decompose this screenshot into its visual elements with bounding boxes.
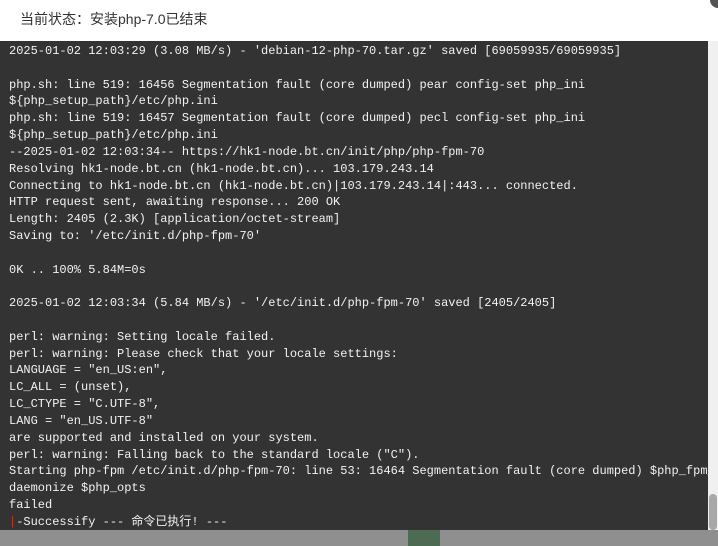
background-page-strip	[0, 530, 718, 546]
terminal-line: php.sh: line 519: 16456 Segmentation fau…	[9, 77, 586, 92]
terminal-line-final: |-Successify --- 命令已执行! ---	[9, 514, 708, 530]
terminal-line: ${php_setup_path}/etc/php.ini	[9, 94, 218, 109]
terminal-line: LANG = "en_US.UTF-8"	[9, 413, 154, 428]
terminal-line: perl: warning: Falling back to the stand…	[9, 447, 420, 462]
terminal-line: Length: 2405 (2.3K) [application/octet-s…	[9, 212, 341, 227]
scrollbar-thumb[interactable]	[709, 494, 717, 530]
terminal-line: HTTP request sent, awaiting response... …	[9, 195, 341, 210]
scrollbar[interactable]	[708, 41, 718, 530]
dialog-header: 当前状态：安装php-7.0已结束	[0, 0, 718, 41]
terminal-line: Starting php-fpm /etc/init.d/php-fpm-70:…	[9, 464, 708, 479]
terminal-line: LANGUAGE = "en_US:en",	[9, 363, 168, 378]
terminal-line: perl: warning: Setting locale failed.	[9, 329, 276, 344]
terminal-line: 2025-01-02 12:03:29 (3.08 MB/s) - 'debia…	[9, 44, 622, 58]
terminal-line: daemonize $php_opts	[9, 481, 146, 496]
terminal-line: 2025-01-02 12:03:34 (5.84 MB/s) - '/etc/…	[9, 296, 557, 311]
terminal-output: 2025-01-02 12:03:29 (3.08 MB/s) - 'debia…	[0, 41, 708, 530]
terminal-line: Connecting to hk1-node.bt.cn (hk1-node.b…	[9, 178, 578, 193]
terminal-line: Resolving hk1-node.bt.cn (hk1-node.bt.cn…	[9, 161, 434, 176]
terminal-line: are supported and installed on your syst…	[9, 430, 319, 445]
terminal-line: failed	[9, 497, 53, 512]
terminal-line: 0K .. 100% 5.84M=0s	[9, 262, 146, 277]
terminal-line: LC_ALL = (unset),	[9, 380, 132, 395]
terminal-line: Saving to: '/etc/init.d/php-fpm-70'	[9, 228, 262, 243]
success-message: -Successify --- 命令已执行! ---	[16, 514, 228, 529]
terminal-line: LC_CTYPE = "C.UTF-8",	[9, 397, 161, 412]
terminal-line: ${php_setup_path}/etc/php.ini	[9, 128, 218, 143]
background-page-element	[408, 530, 440, 546]
terminal-line: --2025-01-02 12:03:34-- https://hk1-node…	[9, 144, 485, 159]
terminal-line: php.sh: line 519: 16457 Segmentation fau…	[9, 111, 586, 126]
close-icon[interactable]	[710, 0, 718, 8]
status-title: 当前状态：安装php-7.0已结束	[20, 11, 208, 27]
terminal-lines: 2025-01-02 12:03:29 (3.08 MB/s) - 'debia…	[0, 41, 708, 530]
terminal-line: perl: warning: Please check that your lo…	[9, 346, 398, 361]
